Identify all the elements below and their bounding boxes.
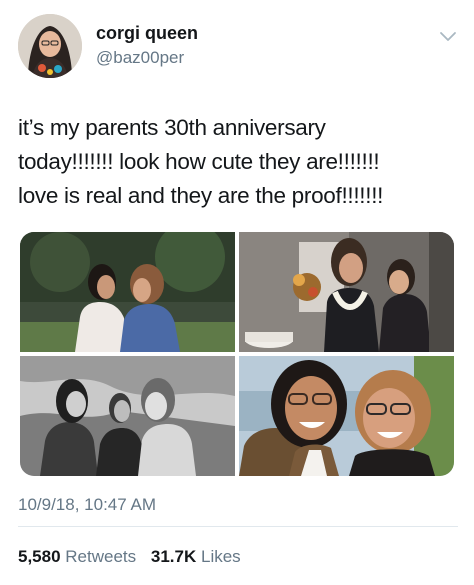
likes-label: Likes — [201, 547, 241, 566]
tweet-header: corgi queen @baz00per — [18, 14, 458, 80]
display-name[interactable]: corgi queen — [96, 22, 198, 44]
tweet-stats: 5,580 Retweets 31.7K Likes — [18, 545, 251, 569]
retweets-count: 5,580 — [18, 547, 61, 566]
user-names: corgi queen @baz00per — [96, 22, 198, 70]
likes-count: 31.7K — [150, 547, 197, 566]
profile-avatar[interactable] — [18, 14, 82, 78]
photo-2[interactable] — [239, 232, 454, 352]
divider — [18, 526, 458, 527]
avatar-image — [18, 14, 82, 78]
chevron-down-icon[interactable] — [438, 26, 458, 46]
photo-1[interactable] — [20, 232, 235, 352]
photo-3[interactable] — [20, 356, 235, 476]
media-grid — [20, 232, 454, 476]
retweets-stat[interactable]: 5,580 Retweets — [18, 547, 136, 566]
retweets-label: Retweets — [65, 547, 137, 566]
likes-stat[interactable]: 31.7K Likes — [151, 547, 241, 566]
photo-4[interactable] — [239, 356, 454, 476]
tweet-timestamp[interactable]: 10/9/18, 10:47 AM — [18, 494, 156, 516]
tweet-text: it’s my parents 30th anniversary today!!… — [18, 115, 384, 208]
user-handle[interactable]: @baz00per — [96, 46, 198, 70]
